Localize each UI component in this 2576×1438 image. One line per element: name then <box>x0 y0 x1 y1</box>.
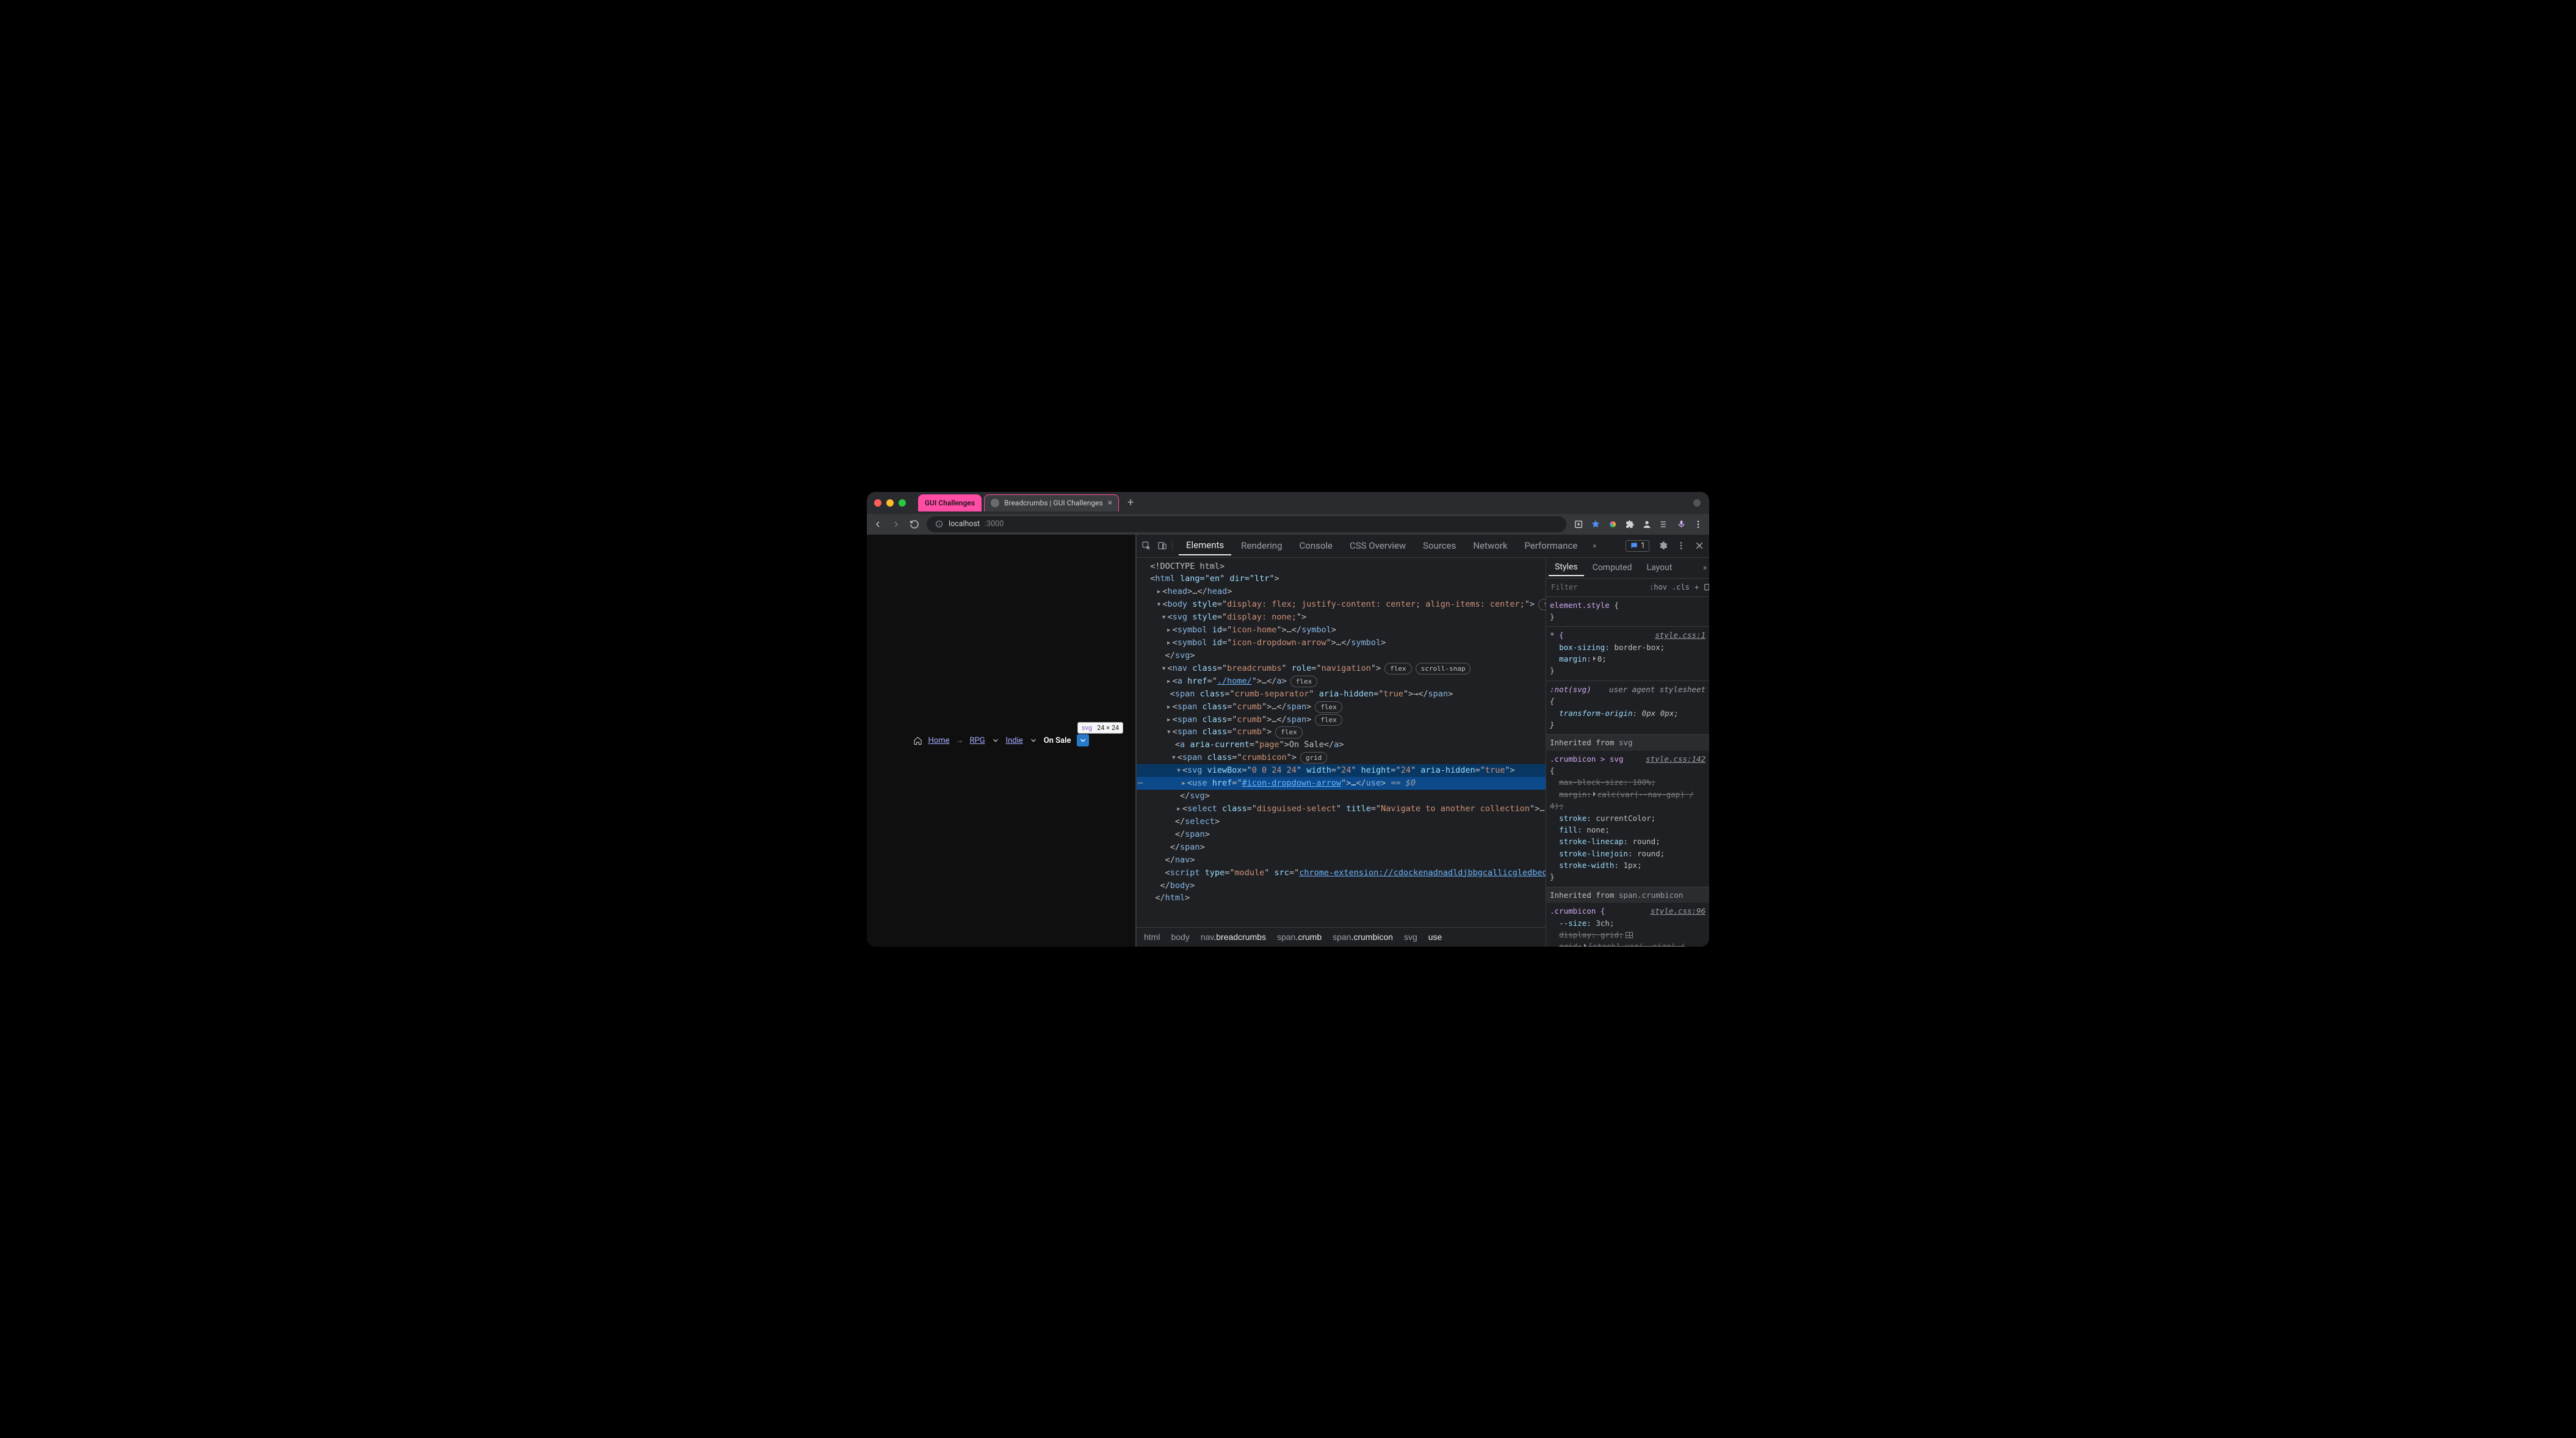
tab-sources[interactable]: Sources <box>1416 537 1463 555</box>
cls-toggle[interactable]: .cls <box>1672 583 1690 591</box>
tab-rendering[interactable]: Rendering <box>1234 537 1289 555</box>
crumb-rpg[interactable]: RPG <box>970 736 985 745</box>
tab-gui-challenges-pinned[interactable]: GUI Challenges <box>918 494 982 511</box>
new-rule-icon[interactable]: + <box>1695 583 1699 591</box>
tab-network[interactable]: Network <box>1466 537 1514 555</box>
page-viewport: svg 24 × 24 Home → RPG Indie On Sale <box>867 535 1135 947</box>
tooltip-dims: 24 × 24 <box>1097 724 1119 732</box>
reading-list-icon[interactable] <box>1659 519 1669 529</box>
extension-visbug-icon[interactable] <box>1608 519 1618 529</box>
css-rules[interactable]: element.style { } style.css:1 * { box-si… <box>1546 597 1709 947</box>
tab-label: GUI Challenges <box>925 499 975 507</box>
issues-badge[interactable]: 1 <box>1626 540 1649 552</box>
hov-toggle[interactable]: :hov <box>1649 583 1667 591</box>
profile-icon[interactable] <box>1642 519 1652 529</box>
styles-panel: Styles Computed Layout » :hov .cls + <box>1546 558 1709 947</box>
tab-strip: GUI Challenges Breadcrumbs | GUI Challen… <box>867 492 1709 514</box>
bookmark-icon[interactable] <box>1591 519 1601 529</box>
browser-window: GUI Challenges Breadcrumbs | GUI Challen… <box>867 492 1709 947</box>
address-bar[interactable]: localhost :3000 <box>927 516 1566 532</box>
tab-breadcrumbs[interactable]: Breadcrumbs | GUI Challenges × <box>984 494 1119 511</box>
on-sale-dropdown-icon[interactable] <box>1077 734 1089 746</box>
tab-close-icon[interactable]: × <box>1108 498 1112 508</box>
crumb-current: On Sale <box>1044 736 1071 745</box>
install-pwa-icon[interactable] <box>1574 519 1583 529</box>
tab-label: Breadcrumbs | GUI Challenges <box>1004 499 1103 507</box>
site-info-icon[interactable] <box>934 519 944 529</box>
menu-icon[interactable] <box>1693 519 1703 529</box>
devtools-toolbar: Elements Rendering Console CSS Overview … <box>1137 535 1709 558</box>
tooltip-tag: svg <box>1082 724 1092 732</box>
device-toggle-icon[interactable] <box>1157 541 1167 551</box>
grid-icon <box>1626 932 1633 938</box>
mic-icon[interactable] <box>1676 519 1686 529</box>
selected-node: ⋯ ▸<use href="#icon-dropdown-arrow">…</u… <box>1137 777 1546 790</box>
back-icon[interactable] <box>873 519 883 529</box>
forward-icon[interactable] <box>891 519 901 529</box>
settings-icon[interactable] <box>1658 541 1668 551</box>
window-controls <box>874 499 906 507</box>
chevron-down-icon[interactable] <box>991 736 1000 745</box>
panel-toggle-icon[interactable] <box>1704 582 1709 592</box>
styles-tab-computed[interactable]: Computed <box>1586 560 1638 576</box>
home-icon <box>913 736 922 745</box>
account-avatar[interactable] <box>1693 499 1701 507</box>
more-styles-tabs-icon[interactable]: » <box>1703 563 1707 573</box>
toolbar: localhost :3000 <box>867 514 1709 535</box>
traffic-minimize[interactable] <box>886 499 894 507</box>
separator-icon: → <box>956 735 964 745</box>
extensions-icon[interactable] <box>1625 519 1635 529</box>
breadcrumb: Home → RPG Indie On Sale <box>913 734 1090 746</box>
crumb-indie[interactable]: Indie <box>1006 736 1023 745</box>
devtools: Elements Rendering Console CSS Overview … <box>1135 535 1709 947</box>
dom-tree[interactable]: <!DOCTYPE html> <html lang="en" dir="ltr… <box>1137 558 1546 927</box>
styles-tab-layout[interactable]: Layout <box>1640 560 1678 576</box>
traffic-close[interactable] <box>874 499 881 507</box>
crumb-home[interactable]: Home <box>928 736 950 745</box>
issues-count: 1 <box>1641 541 1645 551</box>
styles-tab-styles[interactable]: Styles <box>1549 559 1584 576</box>
more-tabs-icon[interactable]: » <box>1590 541 1599 551</box>
elements-panel: <!DOCTYPE html> <html lang="en" dir="ltr… <box>1137 558 1546 947</box>
kebab-icon[interactable] <box>1676 541 1686 551</box>
tab-console[interactable]: Console <box>1292 537 1340 555</box>
new-tab-button[interactable]: + <box>1127 496 1134 509</box>
chevron-down-icon[interactable] <box>1029 736 1038 745</box>
tab-css-overview[interactable]: CSS Overview <box>1342 537 1413 555</box>
traffic-zoom[interactable] <box>899 499 906 507</box>
url-host: localhost <box>949 519 980 529</box>
dom-breadcrumb-path[interactable]: html body nav.breadcrumbs span.crumb spa… <box>1137 927 1546 947</box>
favicon-icon <box>991 499 999 507</box>
tab-performance[interactable]: Performance <box>1517 537 1585 555</box>
close-devtools-icon[interactable] <box>1695 541 1704 551</box>
inspect-tooltip: svg 24 × 24 <box>1077 722 1123 734</box>
inspect-icon[interactable] <box>1141 541 1151 551</box>
reload-icon[interactable] <box>910 519 919 529</box>
styles-filter-input[interactable] <box>1551 583 1644 591</box>
tab-elements[interactable]: Elements <box>1179 536 1231 555</box>
url-port: :3000 <box>985 519 1004 529</box>
